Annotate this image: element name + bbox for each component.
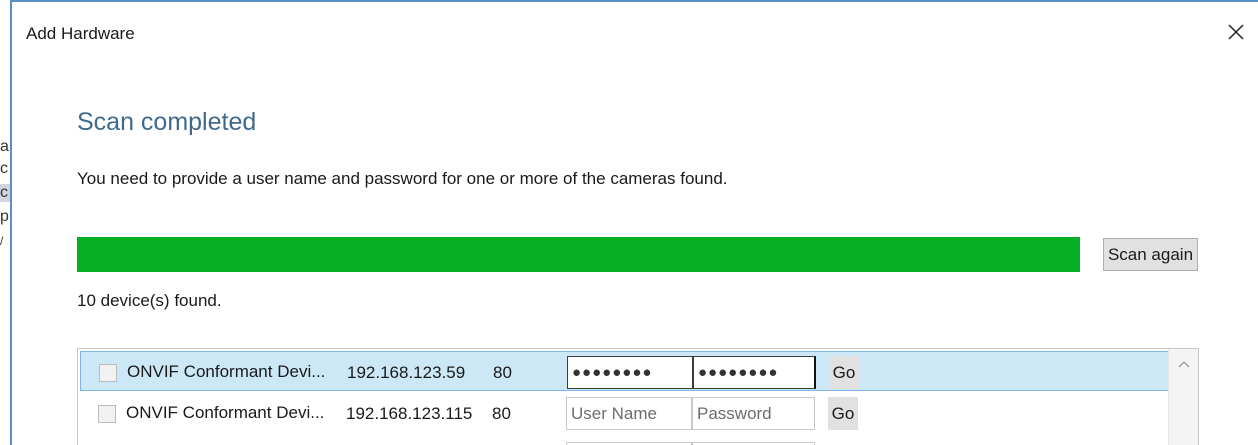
device-checkbox[interactable] <box>99 364 117 382</box>
background-text-fragment: c <box>0 184 10 202</box>
dialog-title: Add Hardware <box>26 24 135 43</box>
scan-again-button[interactable]: Scan again <box>1103 238 1198 271</box>
close-button[interactable] <box>1222 18 1250 46</box>
scan-progress-bar <box>77 237 1080 272</box>
device-list: ONVIF Conformant Devi... 192.168.123.59 … <box>77 348 1199 445</box>
password-field[interactable] <box>692 397 815 430</box>
device-name: ONVIF Conformant Devi... <box>126 403 325 422</box>
table-row[interactable]: ONVIF Conformant Devi... 192.168.123.59 … <box>80 351 1169 391</box>
background-text-fragment: / <box>0 234 4 248</box>
go-button[interactable]: Go <box>829 356 859 389</box>
username-field[interactable] <box>566 397 692 430</box>
username-field[interactable] <box>567 356 693 389</box>
dialog-top-border <box>12 0 1258 2</box>
device-port: 80 <box>492 404 511 423</box>
description-text: You need to provide a user name and pass… <box>77 169 728 188</box>
chevron-up-icon <box>1178 361 1190 368</box>
table-row[interactable]: ONVIF Conformant Devi... 192.168.123.115… <box>80 393 1169 433</box>
device-checkbox[interactable] <box>98 405 116 423</box>
device-ip: 192.168.123.59 <box>347 363 466 382</box>
page-title: Scan completed <box>77 108 257 136</box>
device-name: ONVIF Conformant Devi... <box>127 362 326 381</box>
devices-found-count: 10 device(s) found. <box>77 291 222 310</box>
list-scrollbar[interactable] <box>1168 349 1198 445</box>
close-icon <box>1228 24 1244 40</box>
background-text-fragment: p <box>0 208 9 225</box>
progress-fill <box>77 237 1080 272</box>
background-text-fragment: a <box>0 138 9 155</box>
password-field[interactable] <box>693 356 816 389</box>
device-ip: 192.168.123.115 <box>346 404 473 423</box>
device-port: 80 <box>493 363 512 382</box>
background-text-fragment: c <box>0 160 8 177</box>
go-button[interactable]: Go <box>828 397 858 430</box>
scroll-up-button[interactable] <box>1177 357 1191 371</box>
